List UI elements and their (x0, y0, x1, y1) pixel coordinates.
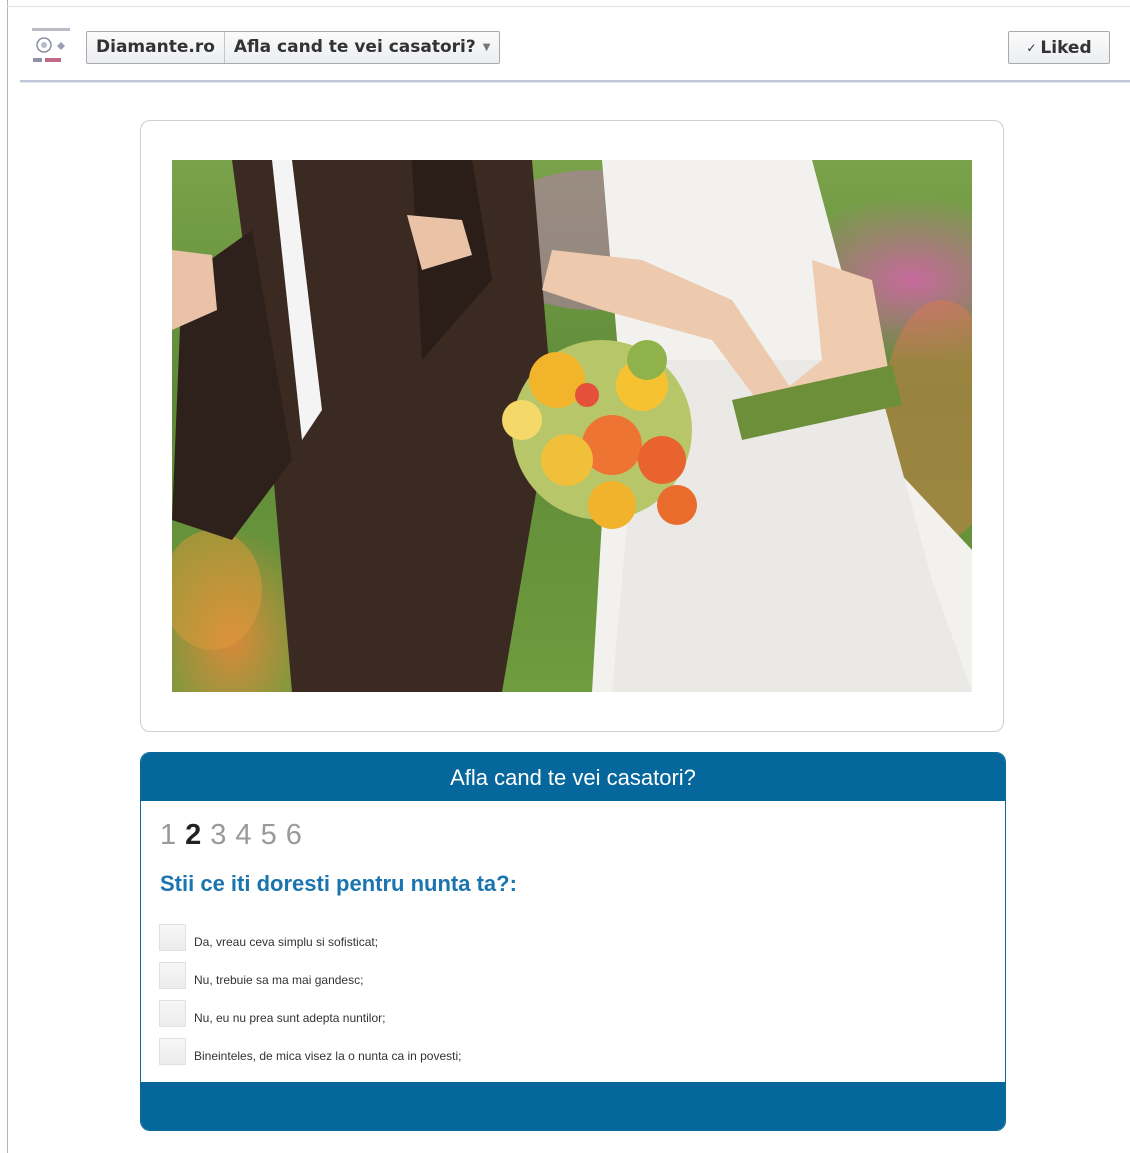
answer-option[interactable]: Nu, trebuie sa ma mai gandesc; (159, 951, 461, 989)
chevron-down-icon: ▼ (482, 42, 491, 53)
answer-checkbox[interactable] (159, 1000, 186, 1027)
photo-card (140, 120, 1004, 732)
quiz-card: Afla cand te vei casatori? 1 2 3 4 5 6 S… (140, 752, 1006, 1131)
quiz-footer-bar (141, 1082, 1005, 1130)
breadcrumb-page-link[interactable]: Diamante.ro (87, 32, 224, 63)
answer-label: Nu, eu nu prea sunt adepta nuntilor; (194, 1011, 386, 1025)
answer-option[interactable]: Da, vreau ceva simplu si sofisticat; (159, 913, 461, 951)
step-indicator: 1 2 3 4 5 6 (160, 819, 302, 852)
step-5: 5 (260, 819, 277, 851)
breadcrumb-app-dropdown[interactable]: Afla cand te vei casatori? ▼ (225, 32, 500, 63)
answer-label: Nu, trebuie sa ma mai gandesc; (194, 973, 364, 987)
step-6: 6 (285, 819, 302, 851)
page-logo[interactable] (30, 26, 74, 68)
answer-checkbox[interactable] (159, 962, 186, 989)
liked-label: Liked (1040, 37, 1092, 58)
quiz-title: Afla cand te vei casatori? (141, 753, 1005, 801)
liked-button[interactable]: ✓ Liked (1008, 31, 1110, 64)
answer-options: Da, vreau ceva simplu si sofisticat; Nu,… (159, 913, 461, 1065)
answer-checkbox[interactable] (159, 924, 186, 951)
answer-option[interactable]: Bineinteles, de mica visez la o nunta ca… (159, 1027, 461, 1065)
breadcrumb-app-label: Afla cand te vei casatori? (233, 37, 476, 57)
step-3: 3 (210, 819, 227, 851)
answer-checkbox[interactable] (159, 1038, 186, 1065)
step-1: 1 (160, 819, 177, 851)
answer-option[interactable]: Nu, eu nu prea sunt adepta nuntilor; (159, 989, 461, 1027)
step-4: 4 (235, 819, 252, 851)
page-top-border (7, 6, 1130, 7)
wedding-photo (172, 160, 972, 692)
page-left-border (7, 0, 8, 1153)
step-2-current: 2 (185, 819, 202, 851)
answer-label: Da, vreau ceva simplu si sofisticat; (194, 935, 379, 949)
checkmark-icon: ✓ (1026, 40, 1037, 55)
breadcrumb: Diamante.ro Afla cand te vei casatori? ▼ (86, 31, 501, 64)
question-text: Stii ce iti doresti pentru nunta ta?: (160, 871, 517, 896)
header-divider-shadow (20, 82, 1130, 83)
answer-label: Bineinteles, de mica visez la o nunta ca… (194, 1049, 462, 1063)
